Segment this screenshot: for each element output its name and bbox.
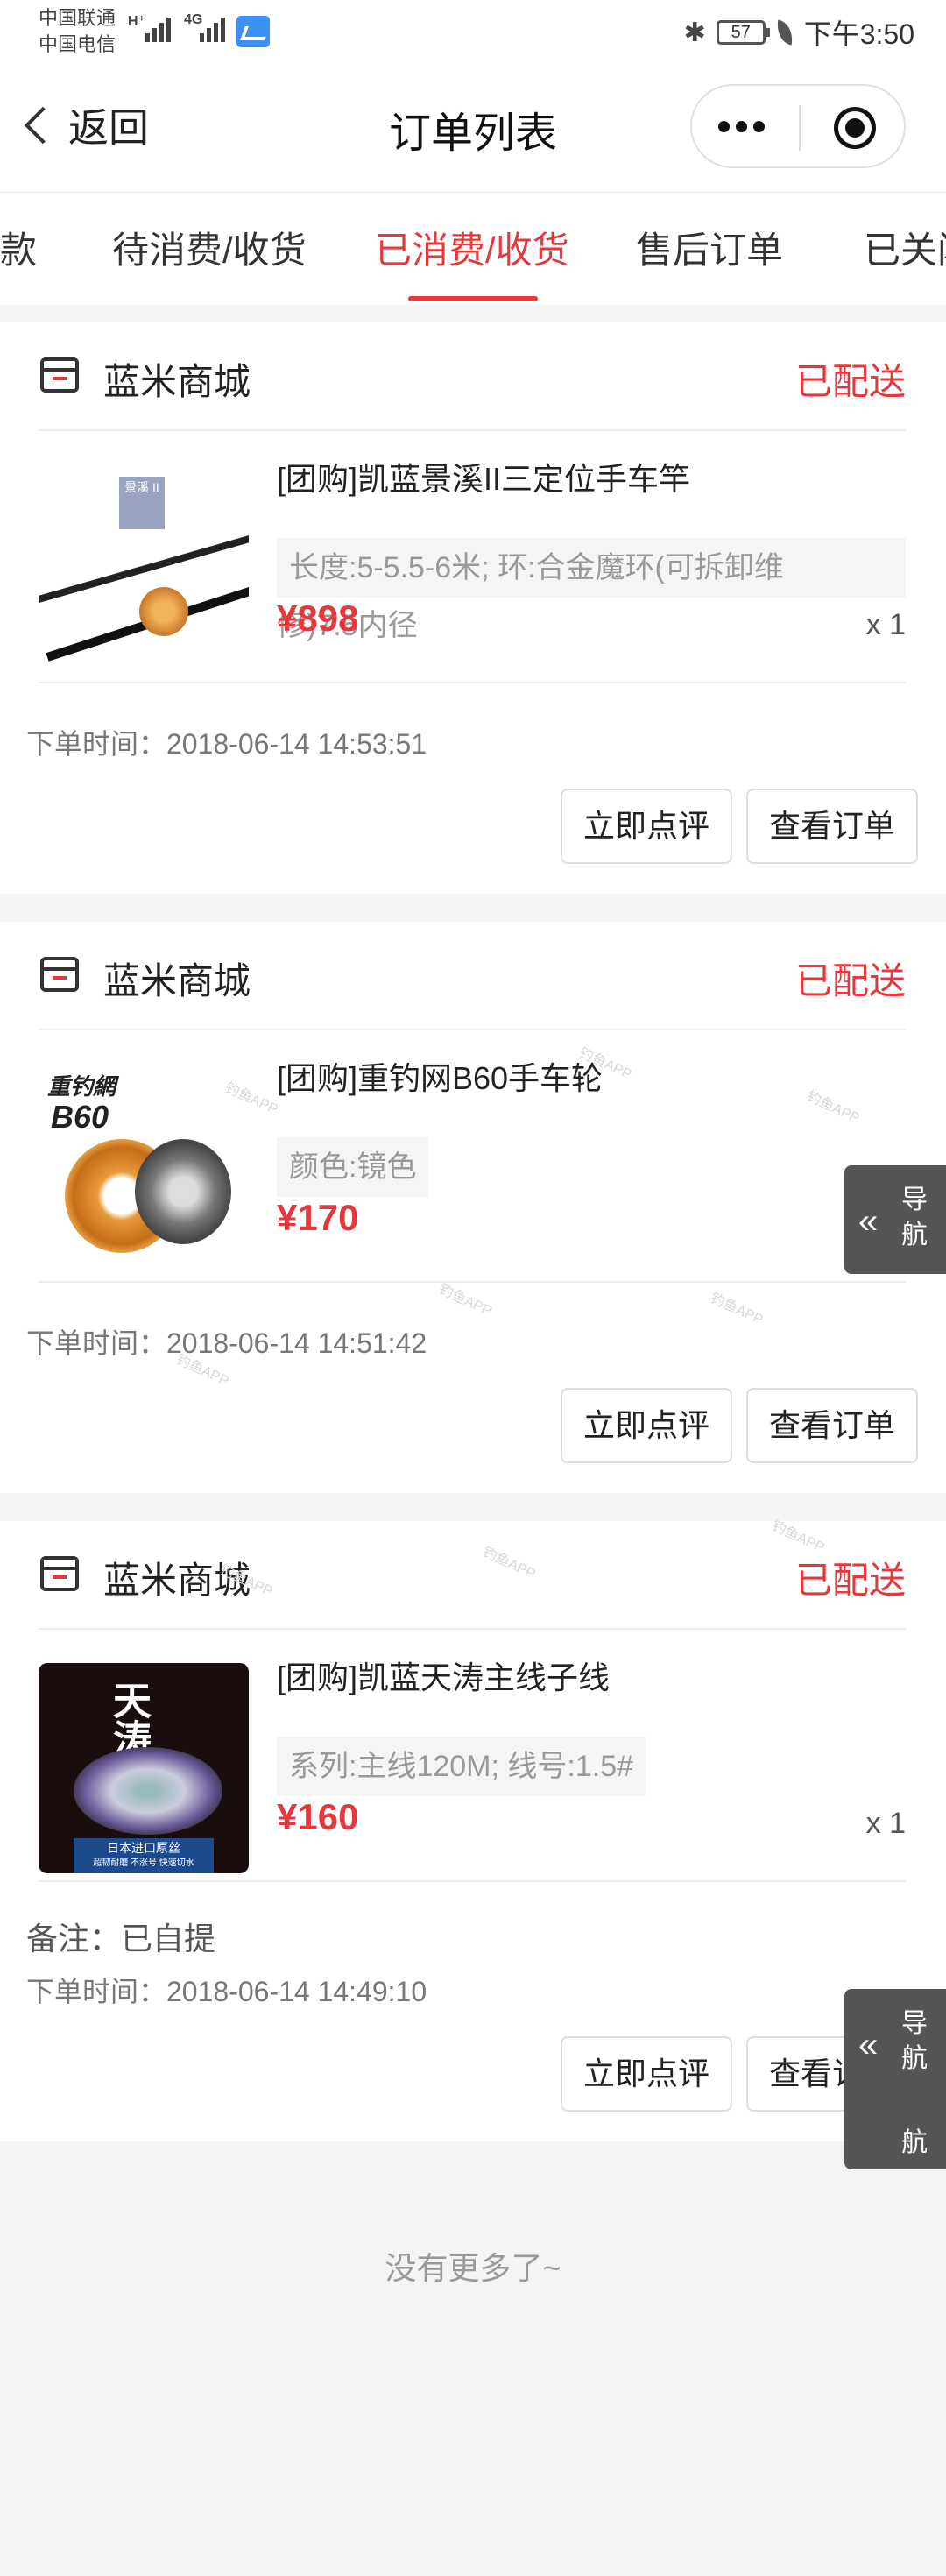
product-model-label: B60 xyxy=(51,1099,109,1135)
order-status: 已配送 xyxy=(794,1560,906,1601)
product-price: ¥898 xyxy=(277,598,359,639)
view-order-button[interactable]: 查看订单 xyxy=(746,1388,918,1463)
bluetooth-icon: ✱ xyxy=(683,18,706,47)
tab-consumed[interactable]: 已消费/收货 xyxy=(375,221,569,274)
tab-closed[interactable]: 已关闭 xyxy=(864,221,946,274)
product-box-label: 景溪 II xyxy=(119,477,165,529)
product-image-band-sub: 超韧耐磨 不涨号 快速切水 xyxy=(93,1858,194,1868)
carrier-labels: 中国联通 中国电信 xyxy=(39,5,116,58)
end-of-list-text: 没有更多了~ xyxy=(385,2250,561,2286)
tab-after-sales[interactable]: 售后订单 xyxy=(636,221,783,274)
floating-nav-button[interactable]: « 导航 xyxy=(844,1165,946,1274)
product-image-band-title: 日本进口原丝 xyxy=(107,1841,180,1855)
tab-pending[interactable]: 待消费/收货 xyxy=(112,221,307,274)
store-name[interactable]: 蓝米商城 xyxy=(103,952,251,1005)
order-card: 蓝米商城 已配送 重钓網 B60 [团购]重钓网B60手车轮 颜色:镜色 ¥17… xyxy=(0,922,946,1493)
product-image-title: 天涛 xyxy=(107,1681,150,1758)
order-card: 蓝米商城 已配送 景溪 II [团购]凯蓝景溪II三定位手车竿 长度:5-5.5… xyxy=(0,322,946,894)
carrier-1: 中国联通 xyxy=(39,7,116,29)
order-status: 已配送 xyxy=(794,960,906,1001)
product-spec: 颜色:镜色 xyxy=(277,1137,429,1197)
status-bar: 中国联通 中国电信 H⁺ 4G ✱ 57 下午3:50 xyxy=(0,0,946,63)
signal-bars-1-icon xyxy=(145,18,171,42)
notification-app-icon xyxy=(236,16,270,47)
order-status: 已配送 xyxy=(794,361,906,402)
navigation-bar: 返回 订单列表 xyxy=(0,63,946,193)
battery-level: 57 xyxy=(731,23,751,42)
order-time: 下单时间：2018-06-14 14:49:10 xyxy=(26,1976,427,2007)
close-miniprogram-button[interactable] xyxy=(834,107,876,149)
tab-partial-left[interactable]: 款 xyxy=(0,221,37,274)
product-spec: 系列:主线120M; 线号:1.5# xyxy=(277,1737,646,1796)
store-icon xyxy=(40,1556,79,1591)
floating-nav-label: 导航 xyxy=(901,1185,928,1249)
product-spec: 长度:5-5.5-6米; 环:合金魔环(可拆卸维 xyxy=(277,538,906,598)
floating-nav-label: 导航 xyxy=(901,2009,928,2073)
floating-nav-button[interactable]: « 导航 xyxy=(844,1989,946,2098)
more-menu-button[interactable] xyxy=(718,121,765,132)
network-type-1: H⁺ xyxy=(128,14,145,29)
product-title[interactable]: [团购]凯蓝景溪II三定位手车竿 xyxy=(277,454,690,499)
view-order-button[interactable]: 查看订单 xyxy=(746,789,918,864)
product-brand-label: 重钓網 xyxy=(47,1073,116,1100)
carrier-2: 中国电信 xyxy=(39,33,116,55)
store-icon xyxy=(40,957,79,992)
leaf-icon xyxy=(773,19,795,46)
store-name[interactable]: 蓝米商城 xyxy=(103,1551,251,1604)
miniprogram-capsule xyxy=(690,84,906,168)
product-title[interactable]: [团购]重钓网B60手车轮 xyxy=(277,1053,603,1099)
product-price: ¥160 xyxy=(277,1796,359,1837)
product-quantity: x 1 xyxy=(865,1807,906,1840)
battery-icon: 57 xyxy=(716,20,770,45)
signal-bars-2-icon xyxy=(200,18,225,42)
product-image[interactable]: 天涛 日本进口原丝 超韧耐磨 不涨号 快速切水 xyxy=(39,1663,249,1873)
order-note: 备注：已自提 xyxy=(26,1921,216,1957)
double-chevron-left-icon: « xyxy=(858,1202,878,1241)
order-tabs: 款 待消费/收货 已消费/收货 售后订单 已关闭 xyxy=(0,193,946,305)
product-image[interactable]: 重钓網 B60 xyxy=(39,1064,249,1274)
order-time: 下单时间：2018-06-14 14:51:42 xyxy=(26,1327,427,1359)
review-button[interactable]: 立即点评 xyxy=(561,1388,732,1463)
floating-nav-shadow-label: 航 xyxy=(901,2128,928,2157)
store-name[interactable]: 蓝米商城 xyxy=(103,352,251,406)
product-image[interactable]: 景溪 II xyxy=(39,464,249,675)
clock: 下午3:50 xyxy=(803,18,914,50)
active-tab-indicator xyxy=(408,296,538,301)
double-chevron-left-icon: « xyxy=(858,2026,878,2064)
order-time: 下单时间：2018-06-14 14:53:51 xyxy=(26,728,427,760)
order-card: 蓝米商城 已配送 天涛 日本进口原丝 超韧耐磨 不涨号 快速切水 [团购]凯蓝天… xyxy=(0,1521,946,2141)
product-title[interactable]: [团购]凯蓝天涛主线子线 xyxy=(277,1652,610,1698)
product-quantity: x 1 xyxy=(865,608,906,641)
product-price: ¥170 xyxy=(277,1197,359,1238)
review-button[interactable]: 立即点评 xyxy=(561,2036,732,2112)
review-button[interactable]: 立即点评 xyxy=(561,789,732,864)
product-image-band: 日本进口原丝 超韧耐磨 不涨号 快速切水 xyxy=(74,1838,214,1873)
store-icon xyxy=(40,357,79,393)
